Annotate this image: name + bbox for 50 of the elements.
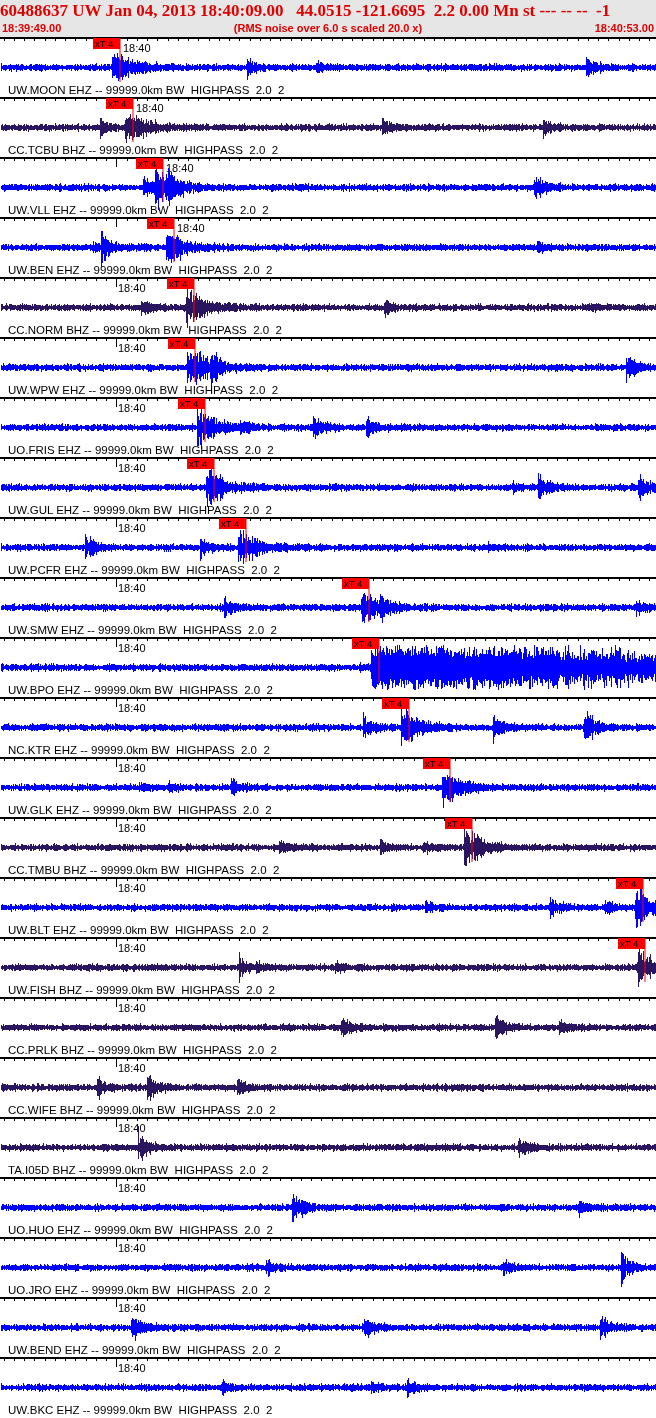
time-label: 18:40: [177, 222, 205, 234]
time-label: 18:40: [118, 762, 146, 774]
time-label: 18:40: [136, 102, 164, 114]
station-label: CC.TCBU BHZ -- 99999.0km BW HIGHPASS 2.0 2: [8, 144, 279, 156]
station-label: CC.TMBU BHZ -- 99999.0km BW HIGHPASS 2.0 2: [8, 864, 280, 876]
time-label: 18:40: [118, 402, 146, 414]
time-label: 18:40: [118, 1062, 146, 1074]
event-title: 60488637 UW Jan 04, 2013 18:40:09.00 44.0515 -121.6695 2.2 0.00 Mn st --- -- -- -1: [0, 0, 612, 22]
time-label: 18:40: [118, 582, 146, 594]
time-label: 18:40: [118, 822, 146, 834]
station-label: UW.MOON EHZ -- 99999.0km BW HIGHPASS 2.0 2: [8, 84, 285, 96]
station-label: CC.NORM BHZ -- 99999.0km BW HIGHPASS 2.0 2: [8, 324, 282, 336]
station-label: UW.GUL EHZ -- 99999.0km BW HIGHPASS 2.0 2: [8, 504, 272, 516]
time-label: 18:40: [118, 702, 146, 714]
station-label: CC.WIFE BHZ -- 99999.0km BW HIGHPASS 2.0 2: [8, 1104, 276, 1116]
station-label: NC.KTR EHZ -- 99999.0km BW HIGHPASS 2.0 2: [8, 744, 270, 756]
station-label: UW.WPW EHZ -- 99999.0km BW HIGHPASS 2.0 2: [8, 384, 279, 396]
station-label: UW.SMW EHZ -- 99999.0km BW HIGHPASS 2.0 2: [8, 624, 277, 636]
station-label: UW.BEND EHZ -- 99999.0km BW HIGHPASS 2.0 2: [8, 1344, 281, 1356]
time-label: 18:40: [118, 462, 146, 474]
scale-note: (RMS noise over 6.0 s scaled 20.0 x): [233, 22, 423, 35]
end-time: 18:40:53.00: [594, 22, 654, 35]
station-label: UW.BEN EHZ -- 99999.0km BW HIGHPASS 2.0 2: [8, 264, 273, 276]
station-label: UW.FISH BHZ -- 99999.0km BW HIGHPASS 2.0 2: [8, 984, 275, 996]
time-label: 18:40: [118, 942, 146, 954]
station-label: UW.GLK EHZ -- 99999.0km BW HIGHPASS 2.0 2: [8, 804, 272, 816]
time-label: 18:40: [118, 1002, 146, 1014]
time-label: 18:40: [118, 1302, 146, 1314]
station-label: UO.FRIS EHZ -- 99999.0km BW HIGHPASS 2.0 2: [8, 444, 274, 456]
time-label: 18:40: [118, 282, 146, 294]
station-label: UW.BPO EHZ -- 99999.0km BW HIGHPASS 2.0 2: [8, 684, 273, 696]
station-label: TA.I05D BHZ -- 99999.0km BW HIGHPASS 2.0 2: [8, 1164, 269, 1176]
start-time: 18:39:49.00: [2, 22, 62, 35]
time-label: 18:40: [118, 342, 146, 354]
time-label: 18:40: [118, 642, 146, 654]
time-label: 18:40: [118, 1122, 146, 1134]
time-label: 18:40: [118, 522, 146, 534]
time-label: 18:40: [166, 162, 194, 174]
station-label: UW.BKC EHZ -- 99999.0km BW HIGHPASS 2.0 2: [8, 1404, 273, 1416]
time-label: 18:40: [118, 1182, 146, 1194]
station-label: CC.PRLK BHZ -- 99999.0km BW HIGHPASS 2.0 2: [8, 1044, 277, 1056]
station-label: UO.JRO EHZ -- 99999.0km BW HIGHPASS 2.0 2: [8, 1284, 271, 1296]
station-label: UW.VLL EHZ -- 99999.0km BW HIGHPASS 2.0 2: [8, 204, 269, 216]
station-label: UW.BLT EHZ -- 99999.0km BW HIGHPASS 2.0 2: [8, 924, 269, 936]
time-label: 18:40: [118, 1242, 146, 1254]
station-label: UO.HUO EHZ -- 99999.0km BW HIGHPASS 2.0 2: [8, 1224, 273, 1236]
time-label: 18:40: [118, 1362, 146, 1374]
station-label: UW.PCFR EHZ -- 99999.0km BW HIGHPASS 2.0 2: [8, 564, 281, 576]
time-label: 18:40: [118, 882, 146, 894]
time-label: 18:40: [123, 42, 151, 54]
